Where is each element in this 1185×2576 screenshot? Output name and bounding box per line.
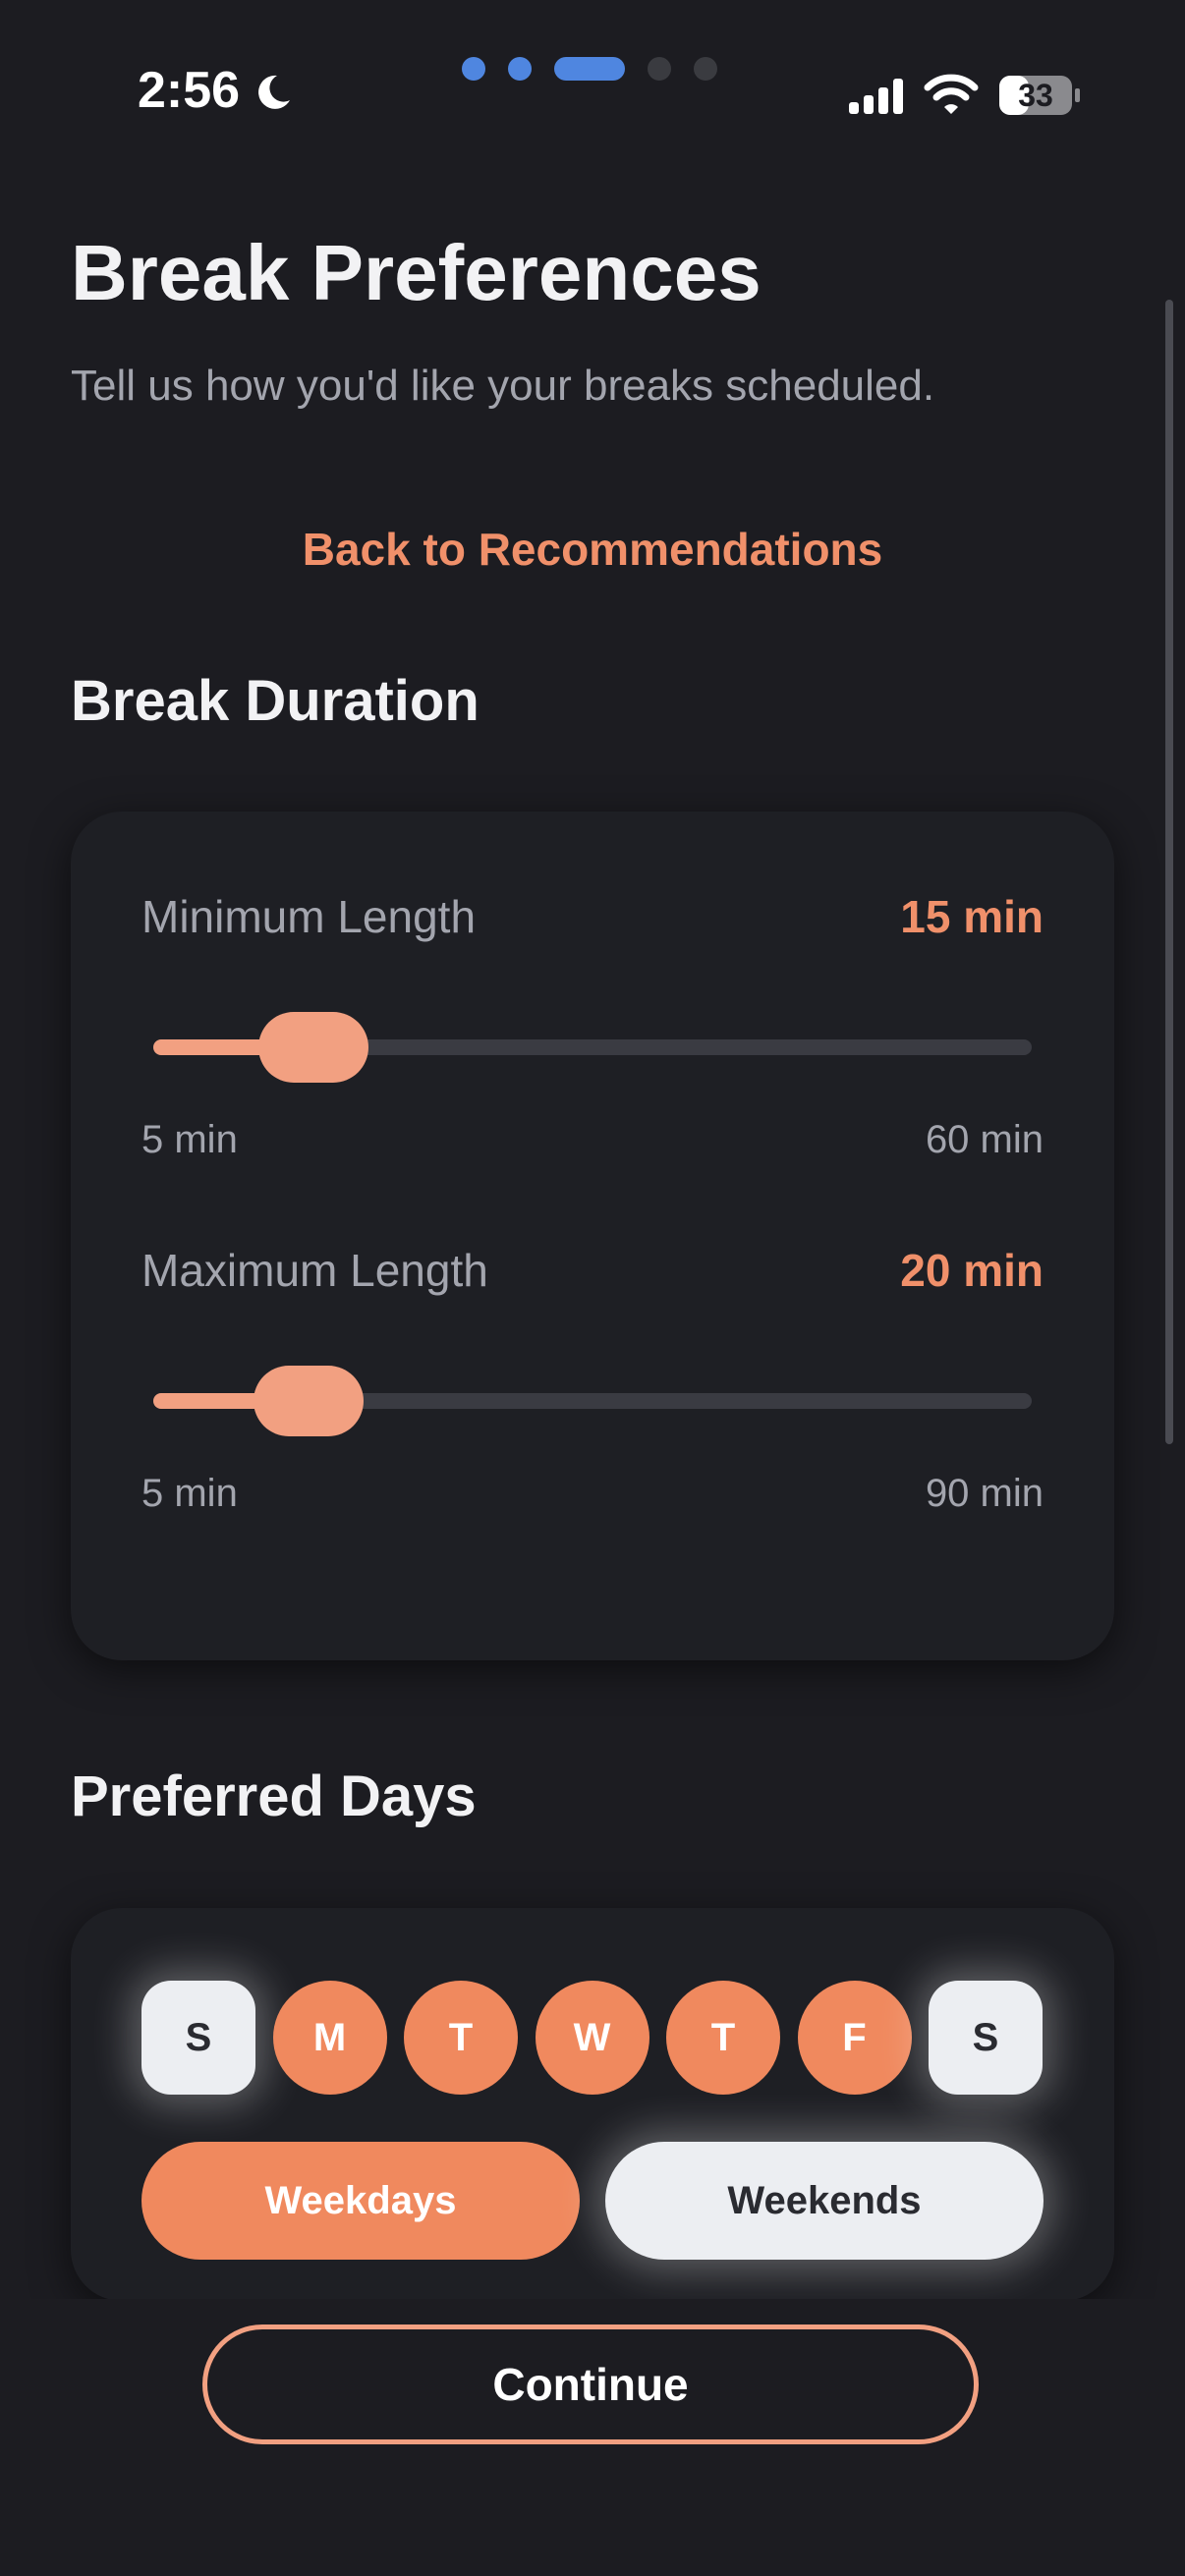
break-duration-heading: Break Duration bbox=[71, 669, 480, 733]
onboarding-progress bbox=[462, 57, 717, 81]
page-subtitle: Tell us how you'd like your breaks sched… bbox=[71, 362, 935, 410]
continue-button[interactable]: Continue bbox=[202, 2324, 979, 2444]
minimum-range-max-label: 60 min bbox=[925, 1118, 1044, 1161]
wifi-icon bbox=[924, 74, 979, 114]
maximum-length-slider[interactable] bbox=[153, 1366, 1032, 1436]
break-duration-card: Minimum Length 15 min 5 min 60 min Maxim… bbox=[71, 812, 1114, 1660]
progress-dot bbox=[648, 57, 671, 81]
day-toggle-monday[interactable]: M bbox=[272, 1981, 387, 2095]
cellular-signal-icon bbox=[849, 79, 903, 114]
progress-dot bbox=[508, 57, 532, 81]
maximum-length-slider-thumb[interactable] bbox=[253, 1366, 364, 1436]
progress-dot bbox=[694, 57, 717, 81]
bottom-action-bar: Continue bbox=[0, 2299, 1185, 2576]
weekends-button[interactable]: Weekends bbox=[605, 2142, 1044, 2260]
day-toggle-saturday[interactable]: S bbox=[929, 1981, 1043, 2095]
minimum-length-slider[interactable] bbox=[153, 1012, 1032, 1083]
status-time: 2:56 bbox=[138, 62, 241, 119]
minimum-range-min-label: 5 min bbox=[141, 1118, 238, 1161]
day-toggle-friday[interactable]: F bbox=[797, 1981, 912, 2095]
maximum-range-min-label: 5 min bbox=[141, 1472, 238, 1515]
weekdays-button[interactable]: Weekdays bbox=[141, 2142, 580, 2260]
status-bar: 2:56 33 bbox=[0, 0, 1185, 187]
progress-dot-active bbox=[554, 57, 625, 81]
maximum-length-label: Maximum Length bbox=[141, 1245, 488, 1296]
day-toggle-thursday[interactable]: T bbox=[666, 1981, 780, 2095]
preferred-days-card: S M T W T F S Weekdays Weekends bbox=[71, 1908, 1114, 2301]
maximum-range-max-label: 90 min bbox=[925, 1472, 1044, 1515]
moon-icon bbox=[258, 75, 290, 109]
minimum-length-value: 15 min bbox=[900, 891, 1044, 942]
progress-dot bbox=[462, 57, 485, 81]
page-title: Break Preferences bbox=[71, 229, 762, 316]
back-to-recommendations-link[interactable]: Back to Recommendations bbox=[0, 523, 1185, 576]
preferred-days-heading: Preferred Days bbox=[71, 1764, 477, 1828]
minimum-length-label: Minimum Length bbox=[141, 891, 477, 942]
day-toggle-wednesday[interactable]: W bbox=[535, 1981, 649, 2095]
battery-level: 33 bbox=[1018, 78, 1053, 113]
day-toggle-sunday[interactable]: S bbox=[141, 1981, 255, 2095]
scrollbar[interactable] bbox=[1165, 300, 1173, 1444]
day-toggle-tuesday[interactable]: T bbox=[404, 1981, 518, 2095]
maximum-length-value: 20 min bbox=[900, 1245, 1044, 1296]
minimum-length-slider-thumb[interactable] bbox=[257, 1012, 368, 1083]
